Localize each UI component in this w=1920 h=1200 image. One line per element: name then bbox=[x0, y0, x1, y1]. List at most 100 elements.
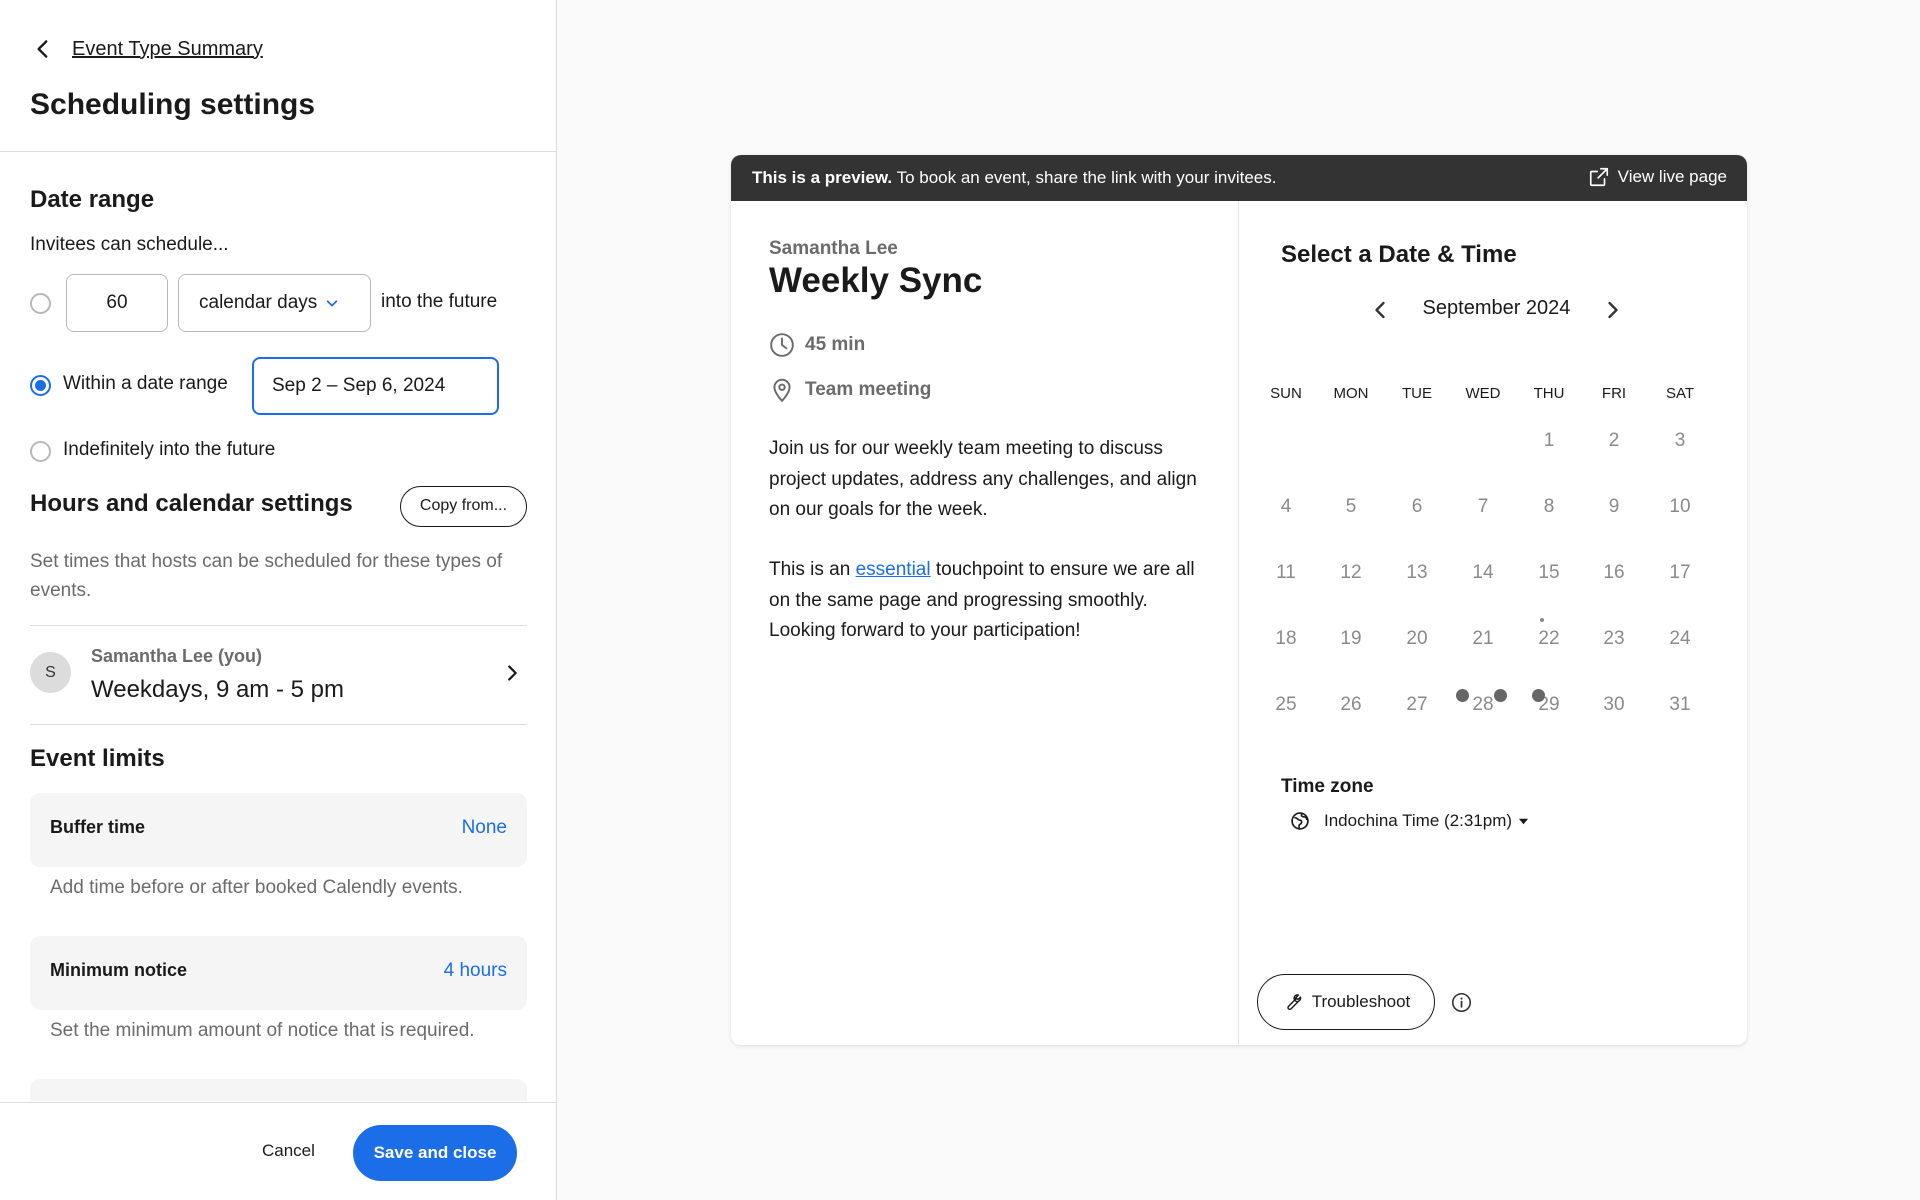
calendar-day: 31 bbox=[1669, 694, 1691, 715]
panel-header: Event Type Summary Scheduling settings bbox=[0, 0, 556, 152]
calendar-day: 15 bbox=[1538, 562, 1560, 583]
calendar-column: Select a Date & Time September 2024 SUN M… bbox=[1240, 201, 1747, 1045]
next-month-button[interactable] bbox=[1599, 296, 1627, 324]
calendar-day: 23 bbox=[1603, 628, 1625, 649]
wrench-icon bbox=[1287, 994, 1301, 1010]
calendar-day: 17 bbox=[1669, 562, 1691, 583]
buffer-time-label: Buffer time bbox=[50, 817, 146, 837]
radio-indefinite[interactable] bbox=[30, 441, 51, 462]
calendar-title: Select a Date & Time bbox=[1281, 241, 1517, 268]
minimum-notice-card[interactable]: Minimum notice 4 hours bbox=[30, 936, 527, 1010]
essential-link[interactable]: essential bbox=[856, 559, 931, 580]
calendar-day: 25 bbox=[1275, 694, 1297, 715]
calendar-day: 30 bbox=[1603, 694, 1625, 715]
weekday-label: SUN bbox=[1270, 385, 1302, 402]
back-button[interactable]: Event Type Summary bbox=[30, 36, 263, 62]
weekday-label: FRI bbox=[1601, 385, 1627, 402]
duration-label: 45 min bbox=[805, 334, 866, 355]
settings-panel: Event Type Summary Scheduling settings D… bbox=[0, 0, 557, 1200]
troubleshoot-label: Troubleshoot bbox=[1311, 992, 1411, 1011]
host-availability-row[interactable]: S Samantha Lee (you) Weekdays, 9 am - 5 … bbox=[30, 626, 527, 725]
next-limit-card[interactable] bbox=[30, 1079, 527, 1101]
info-icon[interactable] bbox=[1451, 992, 1472, 1013]
preview-note-bold: This is a preview. bbox=[752, 168, 893, 187]
calendar-day: 22 bbox=[1538, 628, 1560, 649]
weekday-label: THU bbox=[1533, 385, 1565, 402]
previous-month-button[interactable] bbox=[1366, 296, 1394, 324]
event-info-column: Samantha Lee Weekly Sync 45 min Team mee… bbox=[731, 201, 1239, 1045]
month-label: September 2024 bbox=[1422, 297, 1571, 319]
calendar-day: 14 bbox=[1472, 562, 1494, 583]
calendar-day: 12 bbox=[1340, 562, 1362, 583]
calendar-day: 16 bbox=[1603, 562, 1625, 583]
calendar-day: 11 bbox=[1276, 562, 1296, 583]
unit-select-value: calendar days bbox=[199, 292, 318, 313]
event-duration: 45 min bbox=[769, 332, 865, 358]
date-range-intro: Invitees can schedule... bbox=[30, 234, 229, 255]
weekday-label: WED bbox=[1465, 385, 1501, 402]
location-label: Team meeting bbox=[805, 379, 932, 400]
host-name: Samantha Lee (you) bbox=[91, 646, 263, 666]
buffer-time-description: Add time before or after booked Calendly… bbox=[50, 877, 463, 898]
event-limits-title: Event limits bbox=[30, 745, 165, 772]
calendar-day: 26 bbox=[1340, 694, 1362, 715]
event-description-2: This is an essential touchpoint to ensur… bbox=[769, 555, 1209, 647]
calendar-day: 6 bbox=[1411, 496, 1423, 517]
calendar-day: 19 bbox=[1340, 628, 1362, 649]
time-zone-value: Indochina Time (2:31pm) bbox=[1324, 811, 1513, 830]
loading-dot bbox=[1532, 689, 1545, 702]
calendar-day: 3 bbox=[1674, 430, 1686, 451]
view-live-page-link[interactable]: View live page bbox=[1588, 166, 1727, 188]
save-and-close-button[interactable]: Save and close bbox=[353, 1125, 517, 1181]
calendar-day: 1 bbox=[1543, 430, 1555, 451]
calendar-day: 2 bbox=[1608, 430, 1620, 451]
troubleshoot-button[interactable]: Troubleshoot bbox=[1257, 974, 1435, 1030]
globe-icon bbox=[1291, 812, 1309, 830]
time-zone-title: Time zone bbox=[1281, 776, 1374, 797]
cancel-button[interactable]: Cancel bbox=[262, 1141, 315, 1161]
event-location: Team meeting bbox=[769, 377, 931, 403]
panel-footer: Cancel Save and close bbox=[0, 1102, 556, 1200]
chevron-right-icon bbox=[508, 665, 517, 681]
days-input[interactable]: 60 bbox=[66, 274, 168, 332]
avatar: S bbox=[30, 652, 71, 693]
page-title: Scheduling settings bbox=[30, 88, 316, 121]
radio-rolling-days[interactable] bbox=[30, 293, 51, 314]
weekday-label: TUE bbox=[1402, 385, 1432, 402]
calendar-day: 18 bbox=[1275, 628, 1297, 649]
minimum-notice-value: 4 hours bbox=[443, 960, 507, 981]
host-hours: Weekdays, 9 am - 5 pm bbox=[91, 676, 344, 703]
radio-date-range[interactable] bbox=[30, 375, 51, 396]
caret-down-icon bbox=[1518, 818, 1529, 824]
preview-note: This is a preview. To book an event, sha… bbox=[752, 168, 1276, 188]
calendar-day: 9 bbox=[1608, 496, 1620, 517]
clock-icon bbox=[770, 333, 794, 357]
calendar-day: 20 bbox=[1406, 628, 1428, 649]
external-link-icon bbox=[1589, 167, 1608, 187]
calendar-day: 8 bbox=[1543, 496, 1555, 517]
calendar-day: 21 bbox=[1472, 628, 1494, 649]
calendar-day: 10 bbox=[1669, 496, 1691, 517]
date-range-input[interactable]: Sep 2 – Sep 6, 2024 bbox=[252, 357, 499, 415]
location-pin-icon bbox=[773, 378, 791, 403]
calendar-day: 4 bbox=[1280, 496, 1292, 517]
back-label: Event Type Summary bbox=[72, 37, 263, 60]
settings-scroll-area[interactable]: Date range Invitees can schedule... 60 c… bbox=[0, 153, 556, 1101]
event-description-1: Join us for our weekly team meeting to d… bbox=[769, 438, 1197, 520]
calendar-day: 5 bbox=[1345, 496, 1357, 517]
time-zone-select[interactable]: Indochina Time (2:31pm) bbox=[1290, 811, 1529, 831]
copy-from-button[interactable]: Copy from... bbox=[400, 486, 527, 527]
weekday-label: MON bbox=[1333, 385, 1369, 402]
loading-dot bbox=[1494, 689, 1507, 702]
future-suffix: into the future bbox=[381, 291, 498, 312]
chevron-left-icon bbox=[37, 40, 48, 58]
preview-banner: This is a preview. To book an event, sha… bbox=[731, 155, 1747, 201]
calendar-day: 13 bbox=[1406, 562, 1428, 583]
buffer-time-card[interactable]: Buffer time None bbox=[30, 793, 527, 867]
unit-select[interactable]: calendar days bbox=[178, 274, 371, 332]
minimum-notice-description: Set the minimum amount of notice that is… bbox=[50, 1020, 475, 1041]
desc-text-before: This is an bbox=[769, 559, 856, 580]
calendar-day: 24 bbox=[1669, 628, 1691, 649]
weekday-label: SAT bbox=[1665, 385, 1695, 402]
booking-preview: This is a preview. To book an event, sha… bbox=[731, 155, 1747, 1045]
